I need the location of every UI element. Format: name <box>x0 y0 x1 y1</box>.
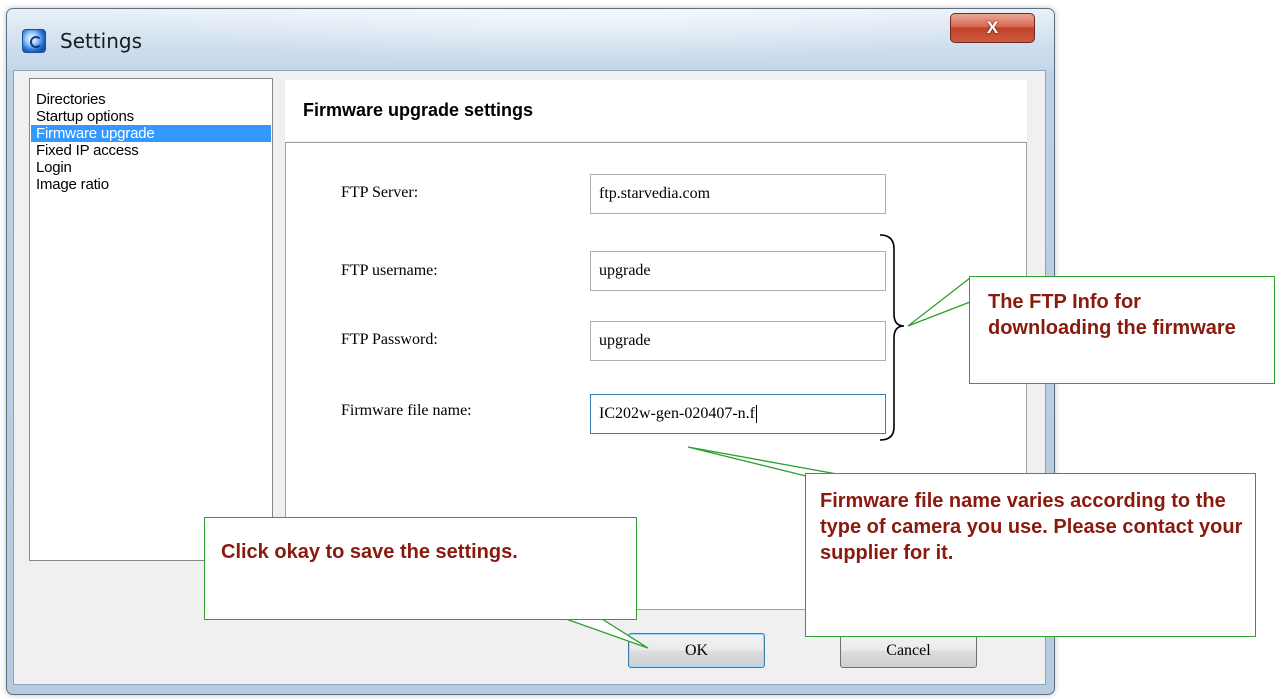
ftp-password-input[interactable]: upgrade <box>590 321 886 361</box>
title-bar[interactable]: Settings X <box>7 9 1054 71</box>
click-ok-callout-text: Click okay to save the settings. <box>221 541 518 563</box>
page-header: Firmware upgrade settings <box>285 80 1027 141</box>
firmware-file-name-label: Firmware file name: <box>341 402 472 419</box>
sidebar-item-startup-options[interactable]: Startup options <box>31 108 271 125</box>
ftp-server-label: FTP Server: <box>341 184 419 201</box>
category-items: Directories Startup options Firmware upg… <box>31 91 271 193</box>
ftp-info-callout-text: The FTP Info for downloading the firmwar… <box>988 291 1236 339</box>
sidebar-item-image-ratio[interactable]: Image ratio <box>31 176 271 193</box>
click-ok-callout: Click okay to save the settings. <box>204 517 637 620</box>
ftp-info-callout: The FTP Info for downloading the firmwar… <box>969 276 1275 384</box>
ftp-password-label: FTP Password: <box>341 331 438 348</box>
ftp-username-input[interactable]: upgrade <box>590 251 886 291</box>
text-caret <box>755 405 757 424</box>
sidebar-item-firmware-upgrade[interactable]: Firmware upgrade <box>31 125 271 142</box>
window-title: Settings <box>60 29 143 53</box>
app-icon <box>22 29 46 53</box>
close-button[interactable]: X <box>950 13 1035 43</box>
page-title: Firmware upgrade settings <box>303 100 534 120</box>
ftp-username-label: FTP username: <box>341 262 438 279</box>
settings-category-list[interactable]: Directories Startup options Firmware upg… <box>29 78 273 561</box>
cancel-button[interactable]: Cancel <box>840 633 977 668</box>
ok-button[interactable]: OK <box>628 633 765 668</box>
sidebar-item-login[interactable]: Login <box>31 159 271 176</box>
sidebar-item-directories[interactable]: Directories <box>31 91 271 108</box>
firmware-file-name-value: IC202w-gen-020407-n.f <box>599 405 755 422</box>
ftp-server-input[interactable]: ftp.starvedia.com <box>590 174 886 214</box>
sidebar-item-fixed-ip-access[interactable]: Fixed IP access <box>31 142 271 159</box>
firmware-name-callout-text: Firmware file name varies according to t… <box>820 490 1243 564</box>
firmware-name-callout: Firmware file name varies according to t… <box>805 473 1256 637</box>
firmware-file-name-input[interactable]: IC202w-gen-020407-n.f <box>590 394 886 434</box>
